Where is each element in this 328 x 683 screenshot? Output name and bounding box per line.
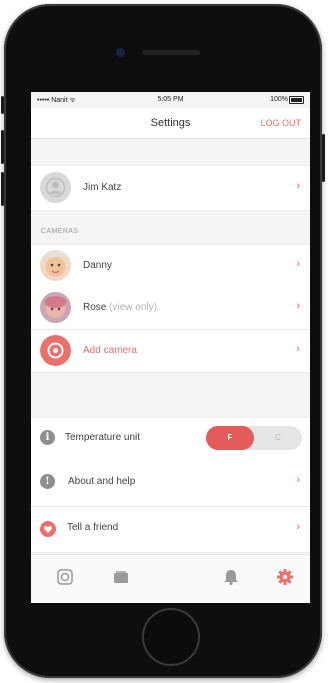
add-camera-label: Add camera bbox=[83, 345, 137, 356]
add-camera-row[interactable]: Add camera › bbox=[31, 330, 310, 373]
nav-bar: Settings LOG OUT bbox=[31, 108, 310, 139]
add-camera-icon bbox=[40, 335, 71, 366]
profile-row[interactable]: Jim Katz › bbox=[31, 165, 310, 211]
volume-down-button bbox=[1, 172, 4, 206]
app-screen: ••••• Nanit ᯤ 5:05 PM 100% Settings LOG … bbox=[31, 92, 310, 603]
camera-tab-icon[interactable] bbox=[53, 567, 77, 589]
bell-icon[interactable] bbox=[219, 567, 243, 589]
chevron-right-icon: › bbox=[296, 343, 300, 355]
camera-name: Danny bbox=[83, 260, 112, 271]
tell-friend-row[interactable]: Tell a friend › bbox=[31, 507, 310, 553]
battery-percent: 100% bbox=[270, 96, 288, 103]
status-bar: ••••• Nanit ᯤ 5:05 PM 100% bbox=[31, 92, 310, 108]
about-help-row[interactable]: ! About and help › bbox=[31, 458, 310, 507]
chevron-right-icon: › bbox=[296, 474, 300, 486]
volume-up-button bbox=[1, 130, 4, 164]
baby-photo-icon bbox=[40, 250, 71, 281]
front-camera bbox=[116, 48, 125, 57]
heart-icon bbox=[40, 521, 56, 537]
info-icon: i bbox=[40, 430, 55, 445]
celsius-option[interactable]: C bbox=[254, 426, 302, 450]
camera-row-rose[interactable]: Rose (view only) › bbox=[31, 287, 310, 330]
tab-bar bbox=[31, 554, 310, 603]
profile-name: Jim Katz bbox=[83, 182, 122, 193]
about-help-label: About and help bbox=[68, 476, 136, 487]
power-button bbox=[322, 134, 325, 182]
home-button[interactable] bbox=[142, 608, 200, 666]
earpiece-speaker bbox=[142, 50, 200, 55]
temperature-unit-toggle[interactable]: F C bbox=[206, 426, 302, 450]
memories-tab-icon[interactable] bbox=[109, 567, 133, 589]
chevron-right-icon: › bbox=[296, 300, 300, 312]
alert-icon: ! bbox=[40, 474, 55, 489]
chevron-right-icon: › bbox=[296, 521, 300, 533]
temperature-unit-row: i Temperature unit F C bbox=[31, 417, 310, 459]
camera-name-text: Rose bbox=[83, 302, 107, 313]
camera-row-danny[interactable]: Danny › bbox=[31, 244, 310, 288]
battery-icon bbox=[289, 96, 304, 104]
baby-photo-icon bbox=[40, 292, 71, 323]
mute-switch bbox=[1, 96, 4, 114]
moon-icon[interactable] bbox=[165, 567, 189, 589]
camera-name: Rose (view only) bbox=[83, 302, 157, 313]
chevron-right-icon: › bbox=[296, 258, 300, 270]
clock: 5:05 PM bbox=[157, 96, 184, 103]
chevron-right-icon: › bbox=[296, 180, 300, 192]
cameras-section-title: CAMERAS bbox=[41, 228, 79, 235]
tell-friend-label: Tell a friend bbox=[67, 522, 119, 533]
view-only-note: (view only) bbox=[109, 302, 157, 313]
profile-avatar bbox=[40, 172, 71, 203]
fahrenheit-option[interactable]: F bbox=[206, 426, 254, 450]
phone-frame: ••••• Nanit ᯤ 5:05 PM 100% Settings LOG … bbox=[1, 4, 325, 678]
logout-button[interactable]: LOG OUT bbox=[260, 118, 301, 128]
gear-icon[interactable] bbox=[273, 567, 297, 589]
temperature-unit-label: Temperature unit bbox=[65, 432, 141, 443]
